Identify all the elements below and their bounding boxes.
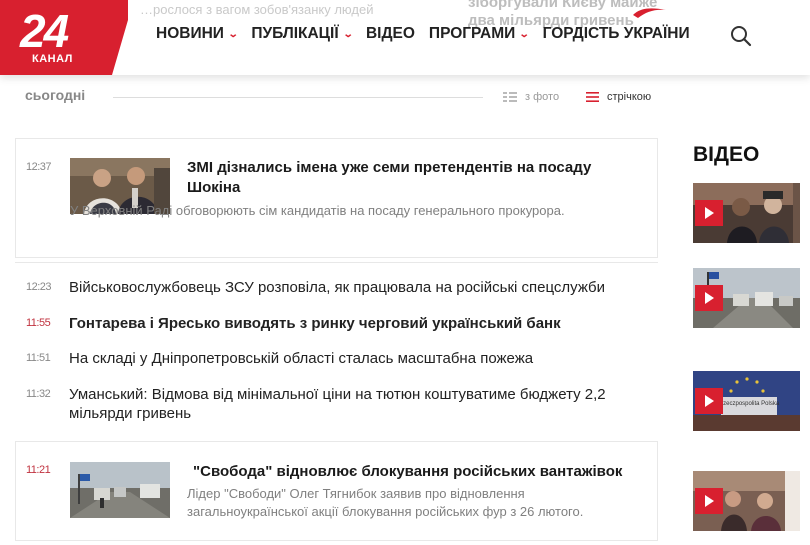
filter-with-photo[interactable]: з фото [503,91,559,103]
chevron-down-icon: ⌄ [227,28,239,40]
news-lead-text: У Верховній Раді обговорюють сім кандида… [70,203,565,218]
ghost-headline: …рослося з вагом зобов'язанку людей [140,2,374,17]
news-headline[interactable]: Уманський: Відмова від мінімальної ціни … [69,385,644,423]
nav-label: ВІДЕО [365,25,415,42]
video-thumbnail[interactable] [693,183,800,243]
nav-item-publications[interactable]: ПУБЛІКАЦІЇ ⌄ [251,25,354,43]
news-headline[interactable]: Військовослужбовець ЗСУ розповіла, як пр… [69,278,649,297]
video-thumb-text: Rzeczpospolita Polska [719,401,780,407]
news-lead: Лідер "Свободи" Олег Тягнибок заявив про… [187,486,584,519]
news-time: 11:51 [26,352,51,364]
news-thumbnail[interactable] [70,462,170,518]
main-nav: НОВИНИ ⌄ ПУБЛІКАЦІЇ ⌄ ВІДЕО ПРОГРАМИ ⌄ ГОРД… [156,25,704,43]
search-icon[interactable] [730,25,752,47]
video-thumbnail[interactable]: Rzeczpospolita Polska [693,371,800,431]
nav-item-pride[interactable]: ГОРДІСТЬ УКРАЇНИ [543,25,690,43]
logo-number: 24 [20,5,69,57]
news-headline[interactable]: "Свобода" відновлює блокування російськи… [193,462,633,482]
play-icon[interactable] [695,488,723,514]
chevron-down-icon: ⌄ [519,28,530,40]
news-headline[interactable]: Гонтарева і Яресько виводять з ринку чер… [69,314,649,333]
chevron-down-icon: ⌄ [342,28,354,40]
nav-item-programs[interactable]: ПРОГРАМИ ⌄ [428,25,530,43]
nav-label: ГОРДІСТЬ УКРАЇНИ [542,25,690,42]
news-time: 11:21 [26,464,51,476]
play-icon[interactable] [695,200,723,226]
play-icon[interactable] [695,285,723,311]
nav-label: ПРОГРАМИ [428,25,516,42]
nav-label: НОВИНИ [156,25,224,42]
logo-word: КАНАЛ [32,53,73,65]
divider [15,262,658,263]
swoosh-icon [633,8,666,18]
filter-label: з фото [525,91,560,103]
site-header: …рослося з вагом зобов'язанку людей зібо… [0,0,810,75]
news-lead: У Верховній Раді обговорюють сім кандида… [70,202,590,220]
site-logo[interactable]: 24 КАНАЛ [0,0,128,75]
video-thumbnail[interactable] [693,471,800,531]
news-time: 12:37 [26,161,52,173]
list-icon [586,92,599,102]
news-time: 11:55 [26,317,51,329]
nav-item-video[interactable]: ВІДЕО [366,25,415,43]
filter-feed[interactable]: стрічкою [586,91,651,103]
news-headline[interactable]: ЗМІ дізнались імена уже семи претенденті… [187,158,617,198]
divider [113,97,483,98]
news-time: 11:32 [26,388,51,400]
news-time: 12:23 [26,281,52,293]
filter-label: стрічкою [607,91,652,103]
news-headline[interactable]: На складі у Дніпропетровській області ст… [69,349,649,368]
video-heading: ВІДЕО [693,143,760,166]
grid-list-icon [503,92,517,102]
nav-label: ПУБЛІКАЦІЇ [251,25,339,42]
play-icon[interactable] [695,388,723,414]
nav-item-news[interactable]: НОВИНИ ⌄ [156,25,239,43]
ghost-headline: зіборгували Києву майже [468,0,658,11]
today-label: сьогодні [25,87,86,103]
video-thumbnail[interactable] [693,268,800,328]
